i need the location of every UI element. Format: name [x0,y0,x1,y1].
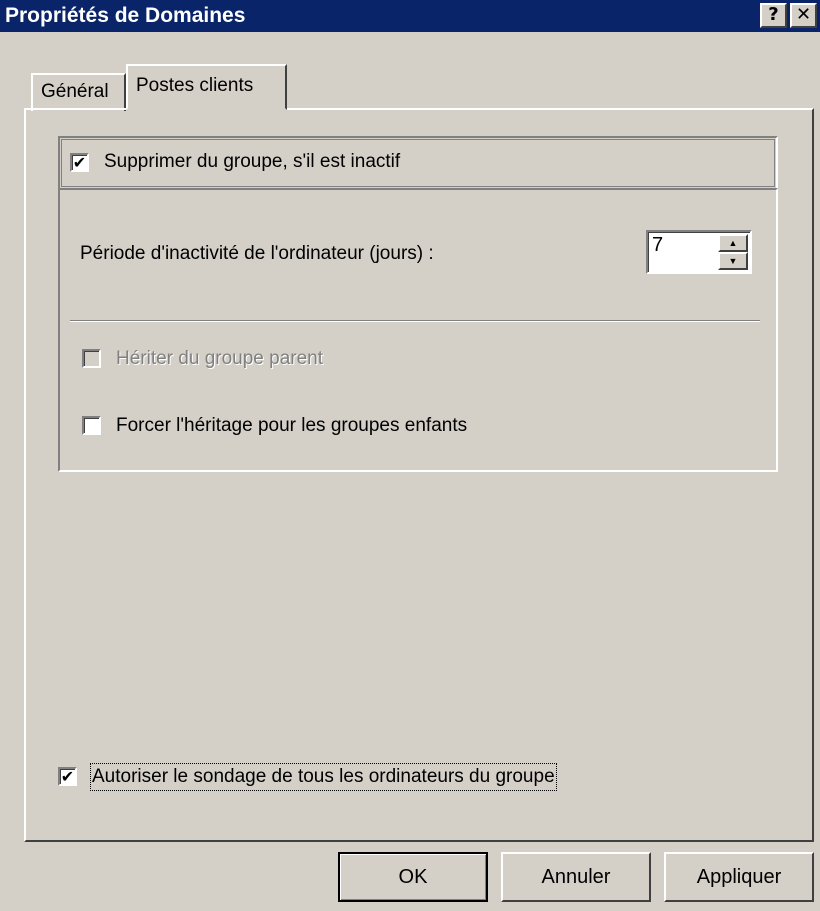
remove-inactive-label[interactable]: Supprimer du groupe, s'il est inactif [104,150,400,174]
remove-inactive-checkbox[interactable]: ✔ [70,153,89,172]
window-title: Propriétés de Domaines [5,4,246,27]
tab-general-label: Général [41,81,109,102]
tab-panel [24,108,814,842]
tab-postes-clients[interactable]: Postes clients [126,64,287,110]
title-bar: Propriétés de Domaines ? ✕ [0,0,820,32]
tab-general[interactable]: Général [31,73,126,111]
ok-button[interactable]: OK [338,852,488,902]
apply-button[interactable]: Appliquer [664,852,814,902]
apply-button-label: Appliquer [696,866,782,888]
cancel-button[interactable]: Annuler [501,852,651,902]
cancel-button-label: Annuler [541,866,611,888]
help-button[interactable]: ? [760,3,787,28]
tab-postes-clients-label: Postes clients [136,75,254,96]
ok-button-label: OK [398,866,428,888]
close-button[interactable]: ✕ [790,3,817,28]
